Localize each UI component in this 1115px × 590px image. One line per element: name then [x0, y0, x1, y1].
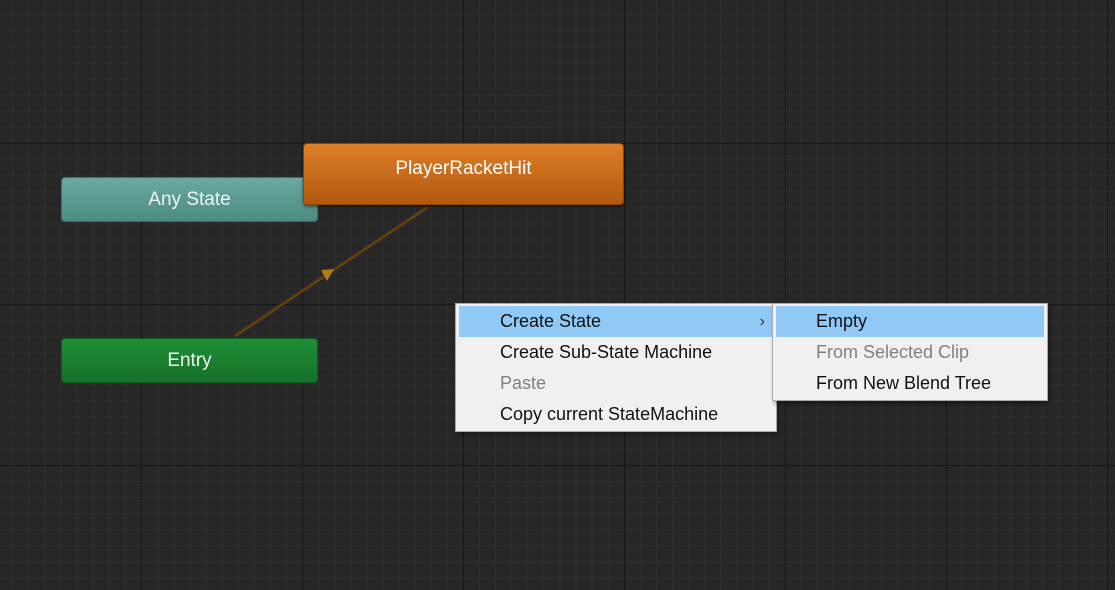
chevron-right-icon: › — [759, 313, 765, 330]
submenu-item-from-new-blend-tree[interactable]: From New Blend Tree — [776, 368, 1044, 399]
submenu-item-from-selected-clip: From Selected Clip — [776, 337, 1044, 368]
menu-item-label: From New Blend Tree — [816, 373, 992, 393]
menu-item-label: Create State — [500, 311, 602, 331]
entry-node[interactable]: Entry — [61, 338, 318, 383]
menu-item-label: Create Sub-State Machine — [500, 342, 713, 362]
menu-item-label: Empty — [816, 311, 868, 331]
any-state-label: Any State — [148, 188, 231, 210]
transitions-layer — [234, 205, 429, 338]
menu-item-paste: Paste — [459, 368, 773, 399]
graph-context-menu: Create State › Create Sub-State Machine … — [455, 303, 777, 432]
submenu-item-empty[interactable]: Empty — [776, 306, 1044, 337]
any-state-node[interactable]: Any State — [61, 177, 318, 222]
menu-item-copy-current-statemachine[interactable]: Copy current StateMachine — [459, 399, 773, 430]
menu-item-create-state[interactable]: Create State › — [459, 306, 773, 337]
menu-item-label: From Selected Clip — [816, 342, 970, 362]
menu-item-label: Paste — [500, 373, 547, 393]
player-racket-hit-label: PlayerRacketHit — [395, 158, 532, 179]
entry-label: Entry — [167, 349, 212, 371]
animator-graph-canvas[interactable]: Any State Entry PlayerRacketHit Create S… — [0, 0, 1115, 590]
transition-arrow-icon — [321, 269, 334, 281]
menu-item-create-sub-state-machine[interactable]: Create Sub-State Machine — [459, 337, 773, 368]
create-state-submenu: Empty From Selected Clip From New Blend … — [772, 303, 1048, 401]
menu-item-label: Copy current StateMachine — [500, 404, 719, 424]
player-racket-hit-state-node[interactable]: PlayerRacketHit — [303, 143, 624, 205]
